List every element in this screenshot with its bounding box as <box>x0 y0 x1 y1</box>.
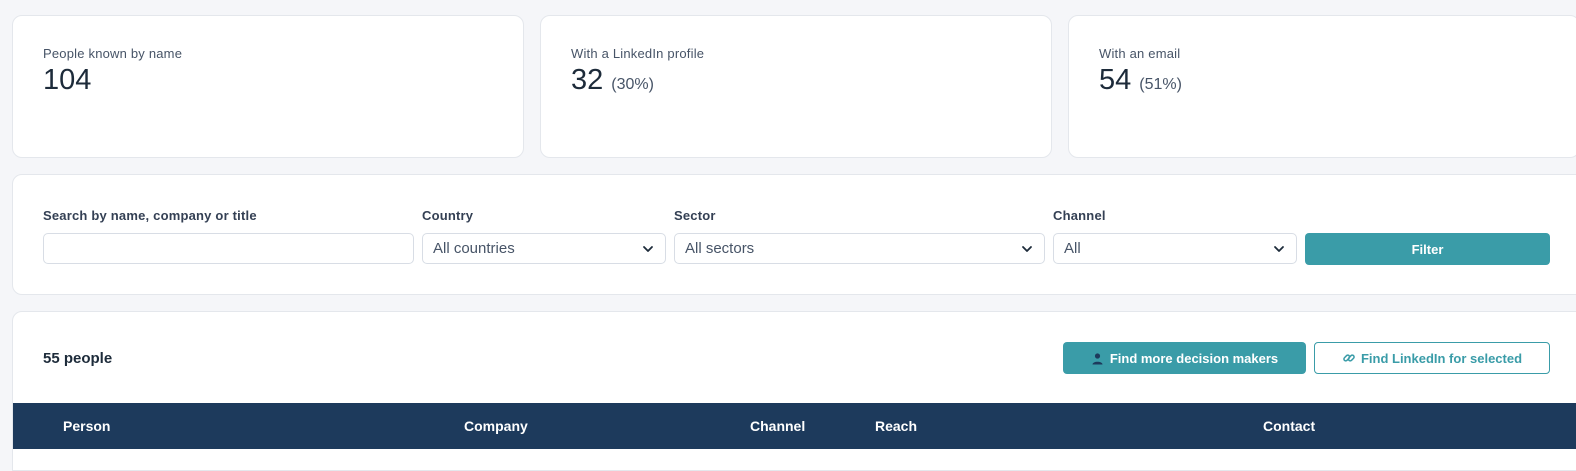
stat-label: With a LinkedIn profile <box>571 46 705 61</box>
country-label: Country <box>422 208 474 223</box>
chevron-down-icon <box>1274 245 1284 252</box>
channel-select[interactable]: All <box>1053 233 1297 264</box>
channel-select-value: All <box>1064 240 1081 257</box>
stat-card-email: With an email 54 (51%) <box>1068 15 1576 158</box>
stat-card-known-by-name: People known by name 104 <box>12 15 524 158</box>
column-header-person[interactable]: Person <box>63 418 110 434</box>
find-linkedin-button[interactable]: Find LinkedIn for selected <box>1314 342 1550 374</box>
stat-label: With an email <box>1099 46 1181 61</box>
column-header-company[interactable]: Company <box>464 418 528 434</box>
column-header-channel[interactable]: Channel <box>750 418 805 434</box>
chevron-down-icon <box>643 245 653 252</box>
country-field: Country All countries <box>422 208 666 264</box>
column-header-contact[interactable]: Contact <box>1263 418 1315 434</box>
filter-panel: Search by name, company or title Country… <box>12 174 1576 295</box>
stat-value: 54 <box>1099 64 1132 96</box>
sector-select-value: All sectors <box>685 240 755 257</box>
stat-value: 32 <box>571 64 604 96</box>
country-select-value: All countries <box>433 240 515 257</box>
chevron-down-icon <box>1022 245 1032 252</box>
table-header: Person Company Channel Reach Contact <box>13 403 1576 449</box>
stats-row: People known by name 104 With a LinkedIn… <box>12 15 1576 158</box>
search-field: Search by name, company or title <box>43 208 414 264</box>
stat-label: People known by name <box>43 46 183 61</box>
stat-value-row: 32 (30%) <box>571 64 1021 97</box>
find-decision-makers-label: Find more decision makers <box>1109 350 1279 366</box>
person-icon <box>1092 352 1103 364</box>
stat-value-row: 54 (51%) <box>1099 64 1549 97</box>
stat-percent: (51%) <box>1139 76 1182 93</box>
channel-label: Channel <box>1053 208 1106 223</box>
find-decision-makers-button[interactable]: Find more decision makers <box>1063 342 1306 374</box>
country-select[interactable]: All countries <box>422 233 666 264</box>
results-panel: 55 people Find more decision makers Find… <box>12 311 1576 471</box>
column-header-reach[interactable]: Reach <box>875 418 917 434</box>
stat-value: 104 <box>43 64 92 96</box>
stat-card-linkedin: With a LinkedIn profile 32 (30%) <box>540 15 1052 158</box>
channel-field: Channel All <box>1053 208 1297 264</box>
sector-select[interactable]: All sectors <box>674 233 1045 264</box>
stat-percent: (30%) <box>611 76 654 93</box>
results-count: 55 people <box>43 350 113 367</box>
filter-button[interactable]: Filter <box>1305 233 1550 265</box>
find-linkedin-label: Find LinkedIn for selected <box>1360 350 1523 366</box>
stat-value-row: 104 <box>43 64 493 97</box>
link-icon <box>1343 354 1355 362</box>
search-label: Search by name, company or title <box>43 208 257 223</box>
search-input[interactable] <box>43 233 414 264</box>
sector-label: Sector <box>674 208 716 223</box>
sector-field: Sector All sectors <box>674 208 1045 264</box>
